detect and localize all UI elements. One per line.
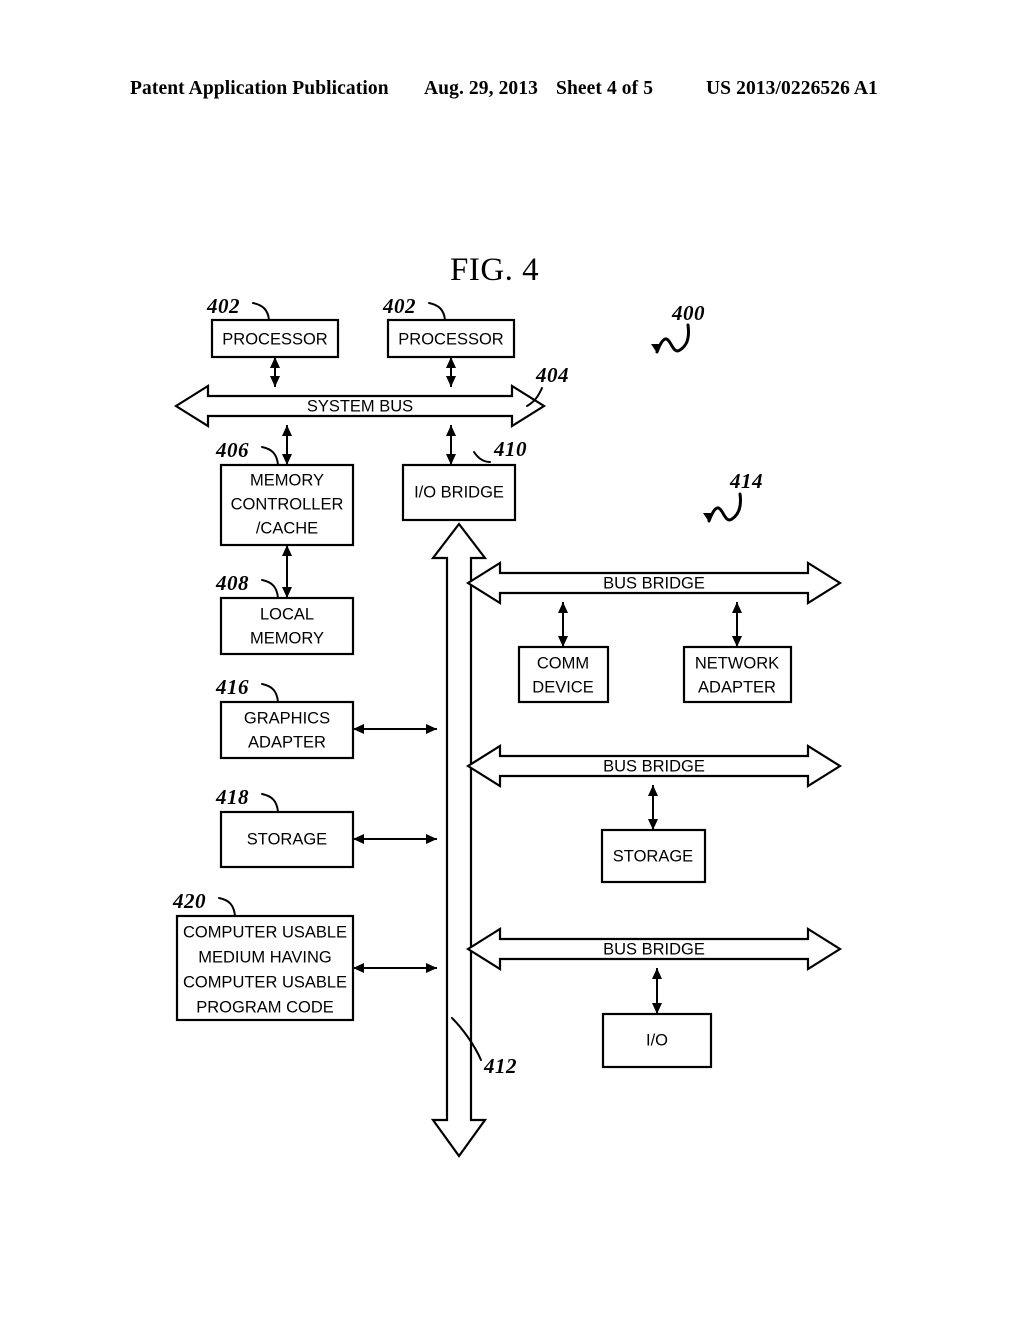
io-right-label: I/O	[646, 1031, 668, 1049]
local-memory-line-2: MEMORY	[250, 629, 324, 647]
bus-bridge-2: BUS BRIDGE	[465, 744, 843, 788]
cum-line-3: COMPUTER USABLE	[183, 973, 347, 991]
memory-controller-line-3: /CACHE	[256, 519, 318, 537]
bus-bridge-1-label: BUS BRIDGE	[603, 574, 705, 592]
ref-numeral-400: 400	[671, 301, 705, 325]
graphics-adapter-to-io-bus-connector	[353, 724, 437, 734]
figure-4-diagram: FIG. 4 400 414 PROCESSOR 402 PROCESSOR 4…	[0, 0, 1024, 1320]
bridge3-to-io-connector	[652, 968, 662, 1014]
processor-1-block: PROCESSOR	[210, 318, 340, 359]
processor-1-label: PROCESSOR	[222, 330, 328, 348]
ref-numeral-416: 416	[215, 675, 249, 699]
system-bus: SYSTEM BUS	[173, 384, 547, 428]
ref-402b-callout: 402	[382, 294, 446, 321]
ref-numeral-402b: 402	[382, 294, 416, 318]
bridge2-to-storage-connector	[648, 785, 658, 830]
cum-to-io-bus-connector	[353, 963, 437, 973]
system-ref-400-callout: 400	[651, 301, 705, 354]
ref-410-callout: 410	[473, 437, 527, 463]
bridge1-to-comm-device-connector	[558, 602, 568, 647]
memory-controller-cache-block: MEMORY CONTROLLER /CACHE	[219, 463, 355, 547]
bus-bridge-2-label: BUS BRIDGE	[603, 757, 705, 775]
storage-right-label: STORAGE	[613, 847, 693, 865]
peripheral-bus-ref-414-callout: 414	[703, 469, 763, 523]
bus-to-memory-controller-connector	[282, 425, 292, 465]
ref-numeral-418: 418	[215, 785, 249, 809]
ref-numeral-402a: 402	[206, 294, 240, 318]
cum-line-4: PROGRAM CODE	[196, 998, 334, 1016]
ref-418-callout: 418	[215, 785, 279, 813]
graphics-adapter-line-1: GRAPHICS	[244, 709, 330, 727]
ref-numeral-412: 412	[483, 1054, 517, 1078]
io-bridge-label: I/O BRIDGE	[414, 483, 504, 501]
bridge1-to-network-adapter-connector	[732, 602, 742, 647]
ref-numeral-404: 404	[535, 363, 569, 387]
memory-controller-line-1: MEMORY	[250, 471, 324, 489]
network-adapter-line-2: ADAPTER	[698, 678, 776, 696]
ref-numeral-408: 408	[215, 571, 249, 595]
cum-line-2: MEDIUM HAVING	[198, 948, 332, 966]
ref-402a-callout: 402	[206, 294, 270, 321]
bus-bridge-3: BUS BRIDGE	[465, 927, 843, 971]
storage-left-label: STORAGE	[247, 830, 327, 848]
system-bus-label: SYSTEM BUS	[307, 397, 413, 415]
ref-numeral-414: 414	[729, 469, 763, 493]
bus-to-io-bridge-connector	[446, 425, 456, 465]
bus-bridge-3-label: BUS BRIDGE	[603, 940, 705, 958]
computer-usable-medium-block: COMPUTER USABLE MEDIUM HAVING COMPUTER U…	[175, 914, 355, 1022]
graphics-adapter-line-2: ADAPTER	[248, 733, 326, 751]
processor-2-label: PROCESSOR	[398, 330, 504, 348]
network-adapter-block: NETWORK ADAPTER	[682, 645, 793, 704]
graphics-adapter-block: GRAPHICS ADAPTER	[219, 700, 355, 760]
io-bus-412	[430, 522, 488, 1158]
comm-device-block: COMM DEVICE	[517, 645, 610, 704]
ref-numeral-410: 410	[493, 437, 527, 461]
io-bridge-block: I/O BRIDGE	[401, 463, 517, 522]
memctl-to-local-memory-connector	[282, 545, 292, 598]
processor-2-block: PROCESSOR	[386, 318, 516, 359]
network-adapter-line-1: NETWORK	[695, 654, 779, 672]
ref-406-callout: 406	[215, 438, 279, 466]
local-memory-block: LOCAL MEMORY	[219, 596, 355, 656]
local-memory-line-1: LOCAL	[260, 605, 314, 623]
ref-416-callout: 416	[215, 675, 279, 703]
ref-408-callout: 408	[215, 571, 279, 599]
processor-1-to-bus-connector	[270, 357, 280, 387]
ref-numeral-406: 406	[215, 438, 249, 462]
figure-title: FIG. 4	[450, 252, 539, 288]
ref-numeral-420: 420	[172, 889, 206, 913]
processor-2-to-bus-connector	[446, 357, 456, 387]
storage-left-block: STORAGE	[219, 810, 355, 869]
bus-bridge-1: BUS BRIDGE	[465, 561, 843, 605]
io-right-block: I/O	[601, 1012, 713, 1069]
comm-device-line-2: DEVICE	[532, 678, 593, 696]
storage-right-block: STORAGE	[600, 828, 707, 884]
ref-420-callout: 420	[172, 889, 236, 917]
comm-device-line-1: COMM	[537, 654, 589, 672]
cum-line-1: COMPUTER USABLE	[183, 923, 347, 941]
memory-controller-line-2: CONTROLLER	[231, 495, 344, 513]
storage-left-to-io-bus-connector	[353, 834, 437, 844]
